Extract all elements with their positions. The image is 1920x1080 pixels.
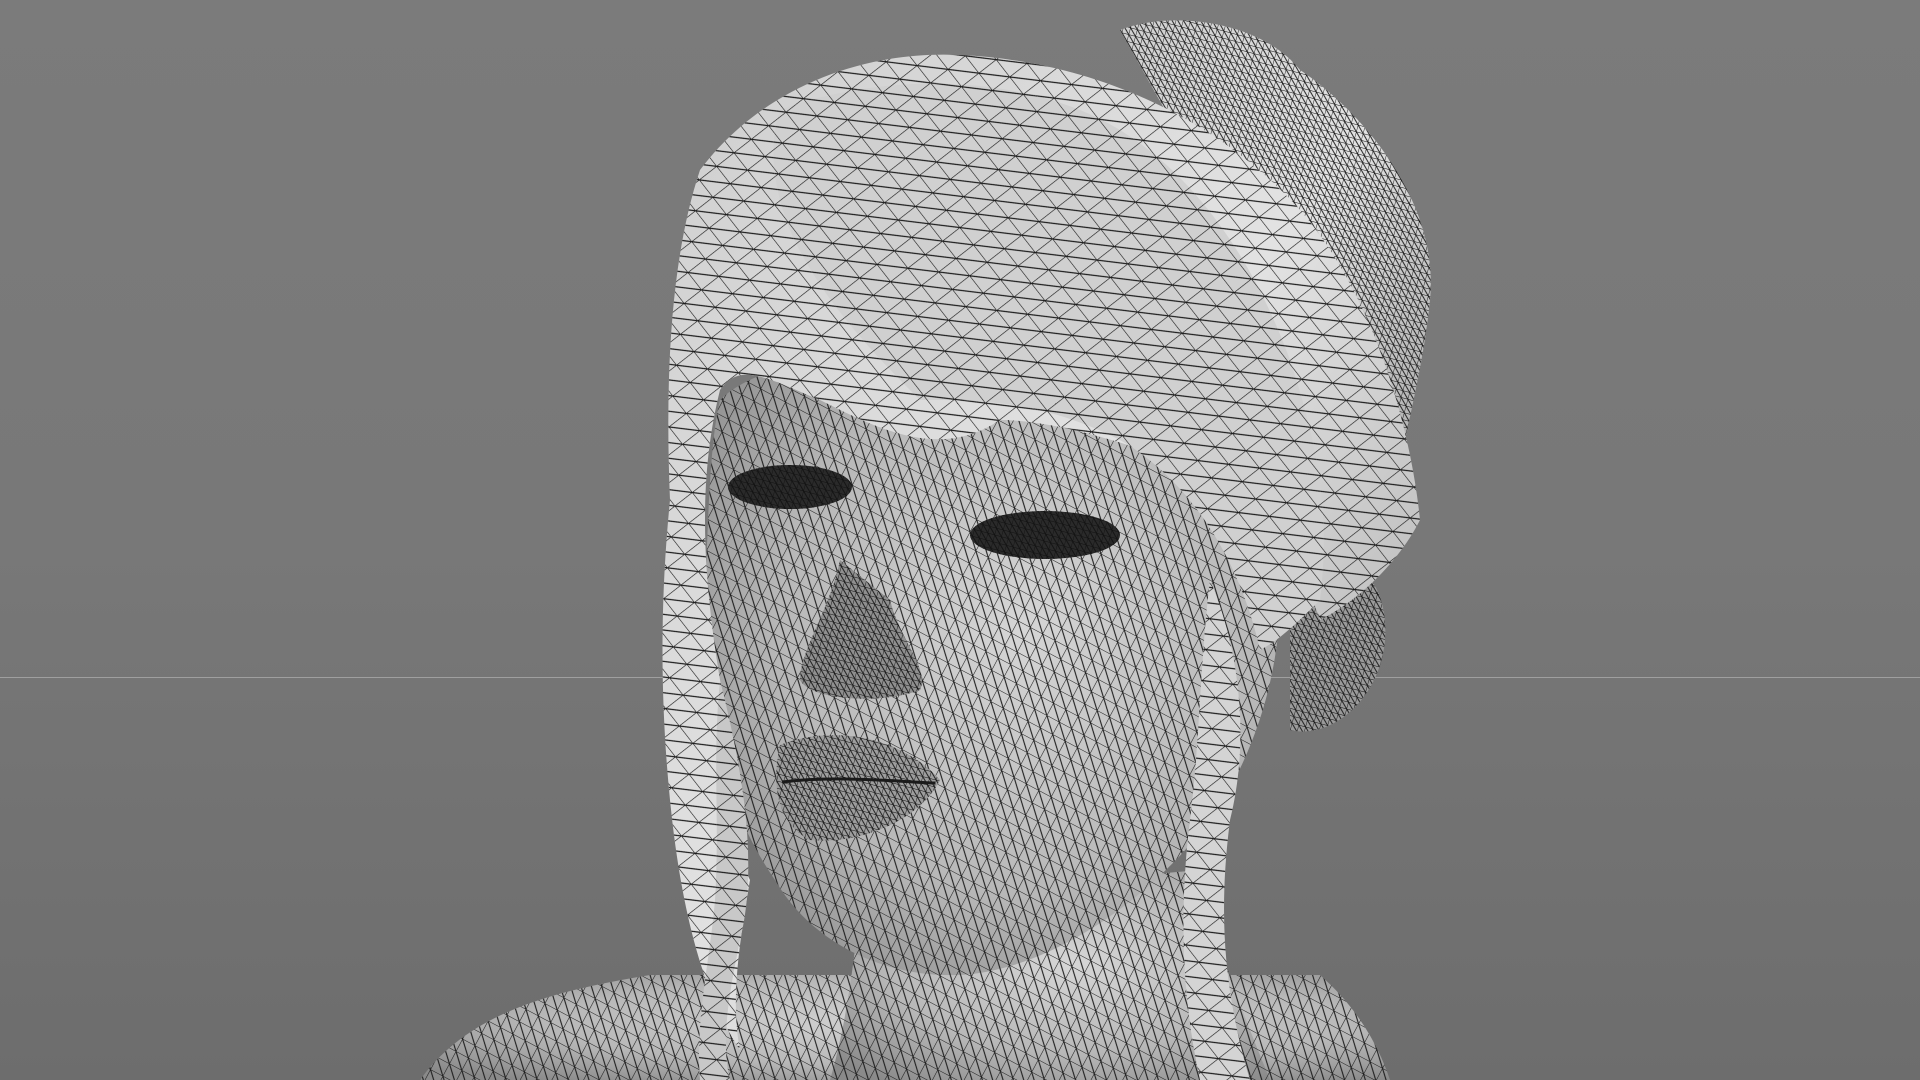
eye-right-mesh: [970, 511, 1120, 559]
female-head-mesh-icon[interactable]: [0, 0, 1920, 1080]
3d-viewport[interactable]: [0, 0, 1920, 1080]
eye-left-mesh: [728, 465, 852, 509]
